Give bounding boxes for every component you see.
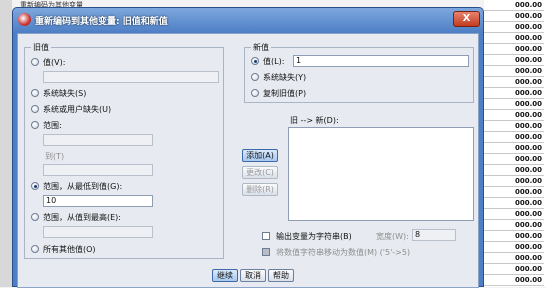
old-value-legend: 旧值 (31, 42, 51, 53)
background-cell: 000.00 (484, 44, 544, 55)
spss-app-icon (18, 13, 31, 26)
background-cell: 000.00 (484, 66, 544, 77)
old-new-listbox[interactable] (288, 127, 474, 221)
copy-old-values-radio[interactable] (251, 89, 259, 97)
close-button[interactable]: X (453, 11, 480, 27)
background-cell: 000.00 (484, 275, 544, 286)
background-cell: 000.00 (484, 220, 544, 231)
old-system-missing-radio[interactable] (31, 89, 39, 97)
add-button[interactable]: 添加(A) (242, 149, 278, 162)
new-system-missing-radio[interactable] (251, 73, 259, 81)
remove-button[interactable]: 删除(R) (242, 183, 278, 196)
background-cell: 000.00 (484, 11, 544, 22)
new-value-radio[interactable] (251, 57, 259, 65)
background-cell: 000.00 (484, 99, 544, 110)
dialog-titlebar[interactable]: 重新编码到其他变量: 旧值和新值 X (13, 8, 483, 32)
background-cell: 000.00 (484, 209, 544, 220)
background-cell: 000.00 (484, 198, 544, 209)
old-through-highest-label: 范围，从值到最高(E): (43, 213, 121, 222)
old-range-from-input[interactable] (43, 134, 153, 146)
width-input[interactable]: 8 (412, 229, 456, 241)
old-range-to-label: 到(T) (45, 152, 65, 161)
background-cell: 000.00 (484, 154, 544, 165)
background-cell: 000.00 (484, 231, 544, 242)
background-cell: 000.00 (484, 165, 544, 176)
background-cell: 000.00 (484, 55, 544, 66)
background-cell: 000.00 (484, 88, 544, 99)
old-value-group: 旧值 值(V): 系统缺失(S) 系统或用户缺失(U) 范围: 到(T) 范围，… (24, 42, 224, 259)
background-cell: 000.00 (484, 110, 544, 121)
new-value-label: 值(L): (263, 57, 285, 66)
new-value-group: 新值 值(L): 1 系统缺失(Y) 复制旧值(P) (244, 42, 474, 103)
background-cell: 000.00 (484, 132, 544, 143)
background-cell: 000.00 (484, 253, 544, 264)
recode-old-new-values-dialog: 重新编码到其他变量: 旧值和新值 X 旧值 值(V): 系统缺失(S) 系统或用… (12, 7, 484, 288)
old-lowest-through-radio[interactable] (31, 182, 39, 190)
background-cell: 000.00 (484, 121, 544, 132)
old-system-or-user-missing-radio[interactable] (31, 105, 39, 113)
old-range-radio[interactable] (31, 121, 39, 129)
new-value-input[interactable]: 1 (293, 55, 469, 67)
old-value-input[interactable] (43, 71, 219, 83)
background-row-header-strip (0, 0, 12, 287)
cancel-button[interactable]: 取消 (240, 269, 266, 282)
old-all-other-values-label: 所有其他值(O) (43, 245, 96, 254)
old-system-missing-label: 系统缺失(S) (43, 89, 87, 98)
change-button[interactable]: 更改(C) (242, 166, 278, 179)
convert-numeric-label: 将数值字符串移动为数值(M) ('5'->5) (276, 248, 411, 257)
background-cell: 000.00 (484, 242, 544, 253)
continue-button[interactable]: 继续 (212, 269, 238, 282)
old-through-highest-radio[interactable] (31, 213, 39, 221)
background-cell: 000.00 (484, 33, 544, 44)
background-cell: 000.00 (484, 264, 544, 275)
background-cell: 000.00 (484, 187, 544, 198)
convert-numeric-checkbox[interactable] (262, 248, 270, 256)
background-data-column: 000.00 000.00 000.00 000.00 000.00 000.00 000.… (484, 0, 546, 287)
old-value-label: 值(V): (43, 58, 66, 67)
output-as-string-checkbox[interactable] (262, 232, 270, 240)
background-cell: 000.00 (484, 176, 544, 187)
background-cell: 000.00 (484, 0, 544, 11)
dialog-title: 重新编码到其他变量: 旧值和新值 (35, 17, 168, 27)
background-cell: 000.00 (484, 22, 544, 33)
old-range-label: 范围: (43, 121, 62, 130)
old-through-highest-input[interactable] (43, 226, 153, 238)
old-lowest-through-input[interactable]: 10 (43, 195, 153, 207)
help-button[interactable]: 帮助 (268, 269, 294, 282)
background-cell: 000.00 (484, 143, 544, 154)
old-range-to-input[interactable] (43, 164, 153, 176)
width-label: 宽度(W): (376, 232, 409, 241)
dialog-client-area: 旧值 值(V): 系统缺失(S) 系统或用户缺失(U) 范围: 到(T) 范围，… (17, 33, 479, 288)
new-value-legend: 新值 (251, 42, 271, 53)
old-system-or-user-missing-label: 系统或用户缺失(U) (43, 105, 112, 114)
background-cell: 000.00 (484, 77, 544, 88)
old-new-list-label: 旧 --> 新(D): (290, 116, 339, 125)
output-as-string-label: 输出变量为字符串(B) (276, 232, 352, 241)
old-lowest-through-label: 范围，从最低到值(G): (43, 182, 123, 191)
old-value-radio[interactable] (31, 58, 39, 66)
new-system-missing-label: 系统缺失(Y) (263, 73, 307, 82)
copy-old-values-label: 复制旧值(P) (263, 89, 307, 98)
old-all-other-values-radio[interactable] (31, 245, 39, 253)
